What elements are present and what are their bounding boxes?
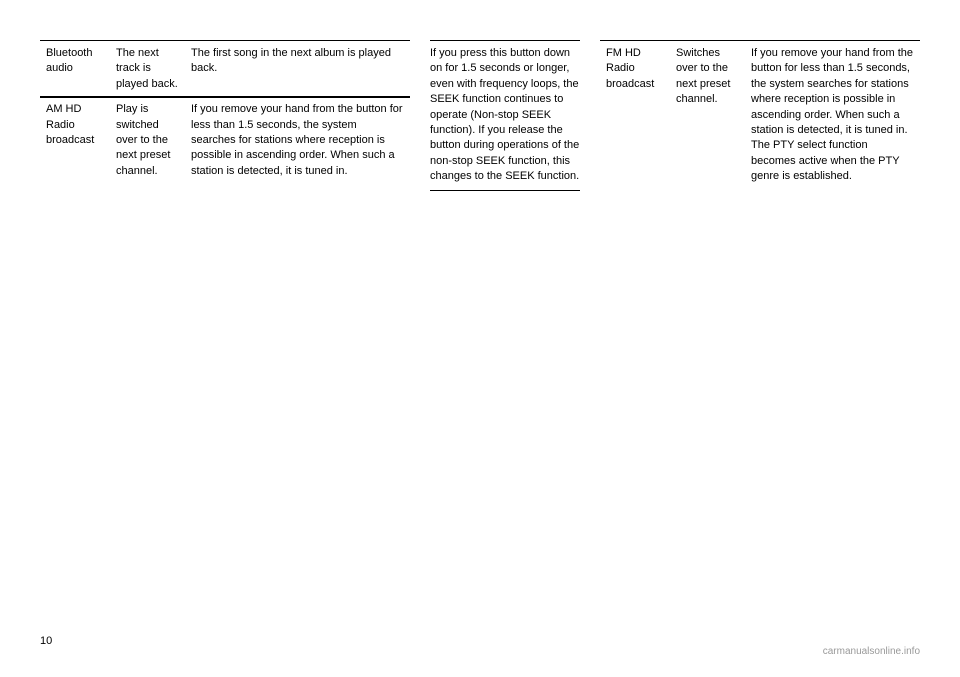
right-table: FM HD Radio broadcast Switches over to t…	[600, 40, 920, 189]
cell-label: FM HD Radio broadcast	[600, 41, 670, 189]
watermark: carmanualsonline.info	[823, 646, 920, 657]
middle-border-bottom	[430, 190, 580, 191]
cell-desc: If you remove your hand from the button …	[745, 41, 920, 189]
cell-action: The next track is played back.	[110, 41, 185, 97]
cell-action: Switches over to the next preset channel…	[670, 41, 745, 189]
table-row: Bluetooth audio The next track is played…	[40, 41, 410, 97]
cell-label: Bluetooth audio	[40, 41, 110, 97]
middle-section: If you press this button down on for 1.5…	[430, 40, 580, 191]
left-table: Bluetooth audio The next track is played…	[40, 40, 410, 183]
middle-text-wrapper: If you press this button down on for 1.5…	[430, 40, 580, 185]
table-row: AM HD Radio broadcast Play is switched o…	[40, 98, 410, 183]
right-table-section: FM HD Radio broadcast Switches over to t…	[600, 40, 920, 191]
main-content: Bluetooth audio The next track is played…	[40, 40, 920, 191]
page-container: Bluetooth audio The next track is played…	[0, 0, 960, 677]
cell-label: AM HD Radio broadcast	[40, 98, 110, 183]
cell-desc: If you remove your hand from the button …	[185, 98, 410, 183]
table-row: FM HD Radio broadcast Switches over to t…	[600, 41, 920, 189]
page-number: 10	[40, 635, 52, 647]
middle-text: If you press this button down on for 1.5…	[430, 46, 580, 185]
left-table-section: Bluetooth audio The next track is played…	[40, 40, 410, 191]
cell-action: Play is switched over to the next preset…	[110, 98, 185, 183]
cell-desc: The first song in the next album is play…	[185, 41, 410, 97]
